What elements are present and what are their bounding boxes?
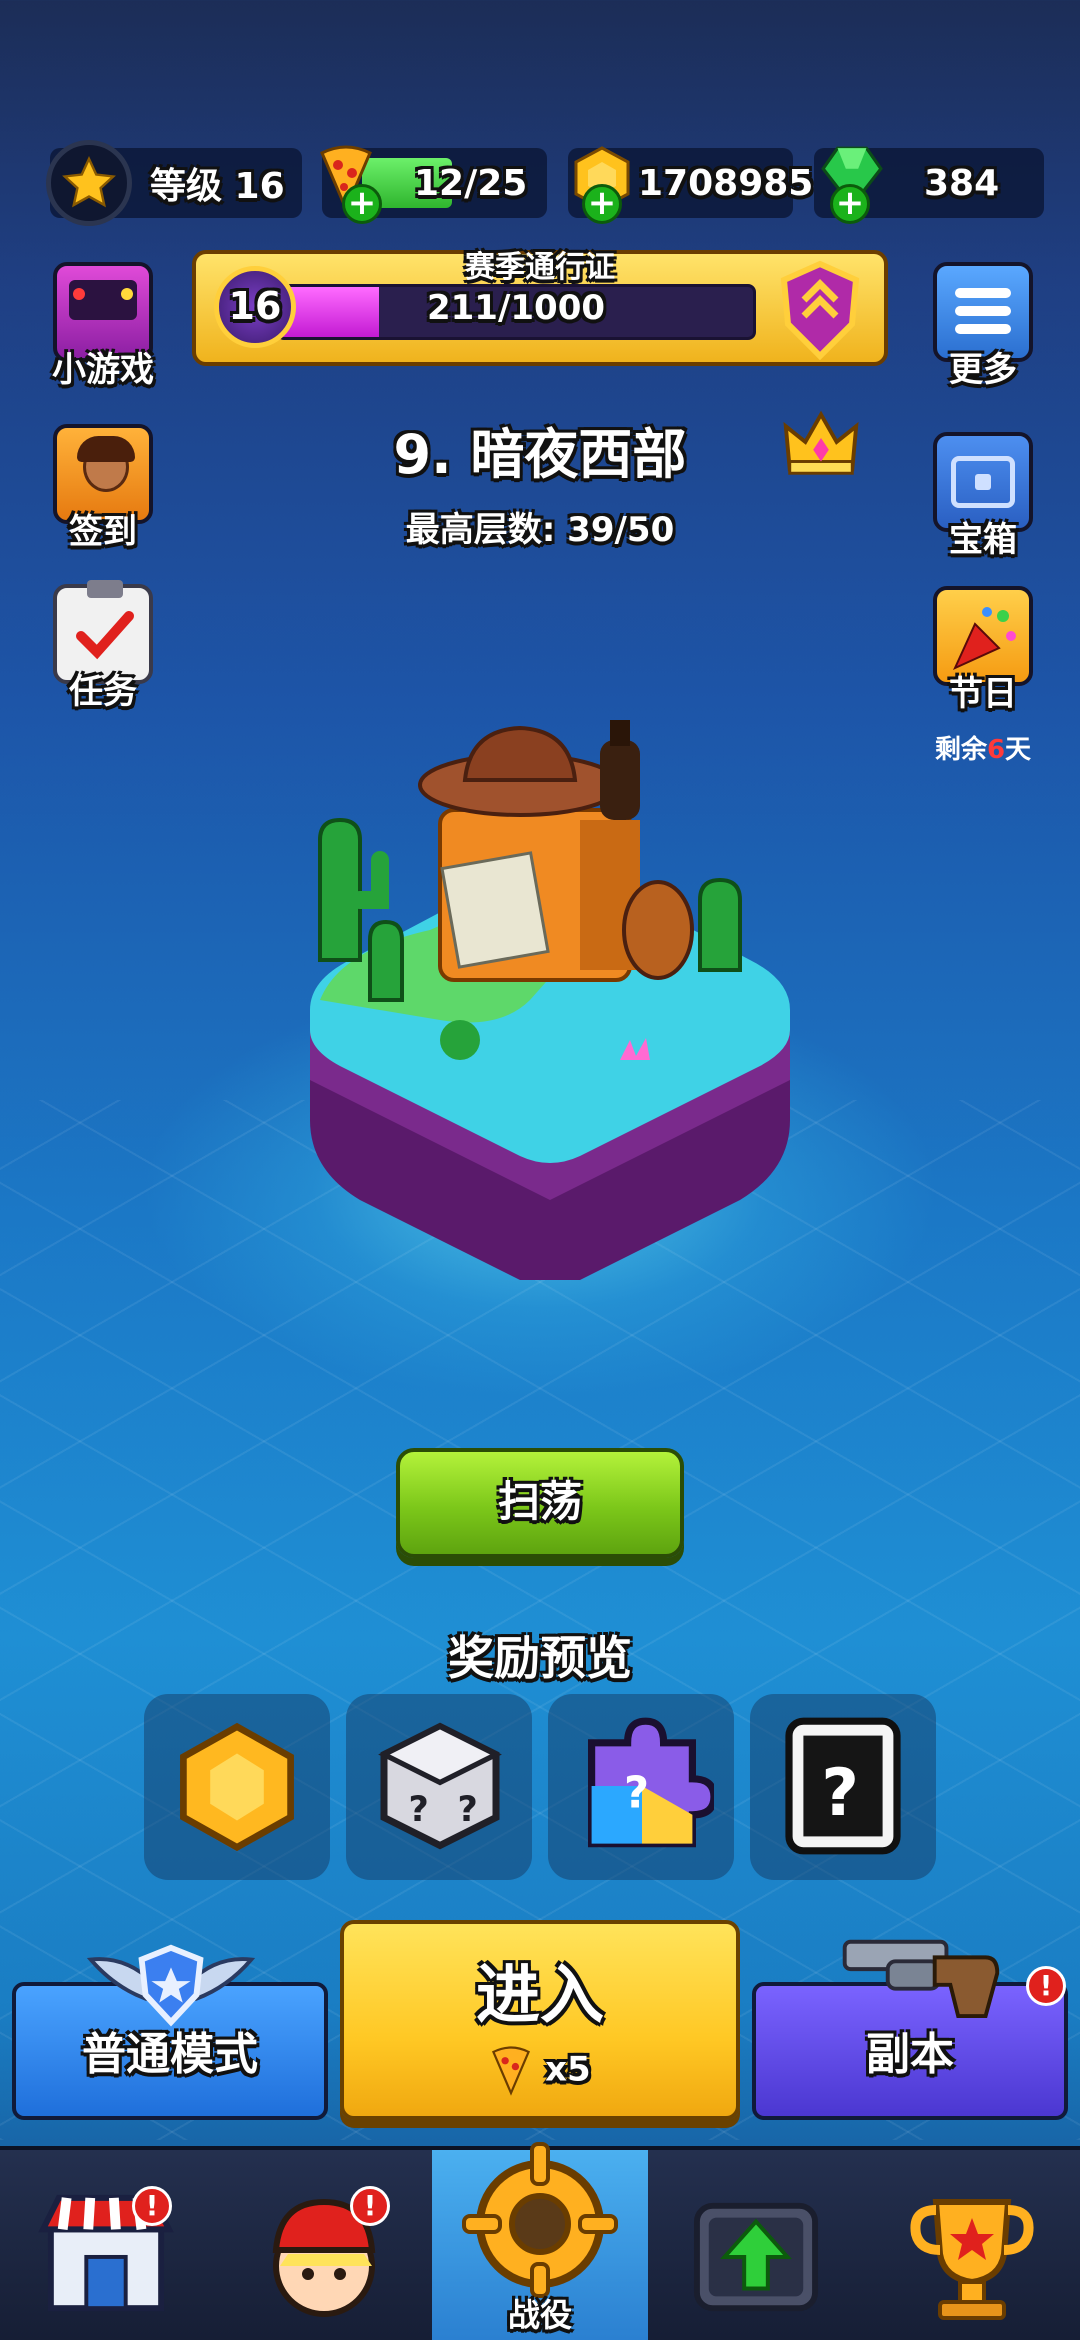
level-label: 等级 16 xyxy=(150,166,285,207)
star-icon xyxy=(46,140,132,226)
festival-remaining-prefix: 剩余 xyxy=(934,735,987,765)
sweep-button[interactable]: 扫荡 xyxy=(396,1448,684,1558)
nav-campaign-label: 战役 xyxy=(507,2296,572,2334)
player-level[interactable]: 等级 16 xyxy=(46,140,302,226)
season-pass-level: 16 xyxy=(214,266,296,348)
add-gems-icon[interactable]: + xyxy=(830,184,870,224)
nav-trophy[interactable] xyxy=(864,2150,1080,2340)
reward-slot-gold[interactable] xyxy=(144,1694,330,1880)
enter-cost-value: x5 xyxy=(545,2049,591,2090)
tasks-label: 任务 xyxy=(69,672,137,712)
pizza-icon xyxy=(492,2046,531,2096)
normal-mode-label: 普通模式 xyxy=(82,2029,258,2080)
svg-text:?: ? xyxy=(458,1790,478,1830)
festival-remaining: 剩余6天 xyxy=(928,729,1038,766)
rank-shield-icon xyxy=(780,260,860,360)
more-button[interactable]: 更多 xyxy=(928,262,1038,391)
trophy-icon xyxy=(910,2199,1034,2320)
enter-cost: x5 xyxy=(344,2046,736,2096)
best-floor: 最高层数: 39/50 xyxy=(405,510,675,550)
enter-label: 进入 xyxy=(476,1959,604,2033)
festival-button[interactable]: 节日 剩余6天 xyxy=(928,586,1038,766)
festival-remaining-suffix: 天 xyxy=(1005,735,1032,765)
nav-campaign[interactable]: 战役 xyxy=(432,2142,648,2340)
upgrade-arrow-icon xyxy=(693,2202,819,2312)
tasks-button[interactable]: 任务 xyxy=(48,580,158,713)
stage-island-illustration xyxy=(310,720,790,1280)
stage-title: 9. 暗夜西部 xyxy=(393,423,687,486)
gem-balance[interactable]: + 384 xyxy=(814,146,1044,224)
festival-label: 节日 xyxy=(949,674,1017,714)
revolver-icon xyxy=(842,1939,1000,2019)
dungeon-label: 副本 xyxy=(866,2029,954,2080)
minigame-button[interactable]: 小游戏 xyxy=(48,262,158,391)
crosshair-icon xyxy=(462,2142,618,2298)
add-gold-icon[interactable]: + xyxy=(582,184,622,224)
season-pass-banner[interactable]: 赛季通行证 211/1000 16 xyxy=(192,250,888,366)
svg-text:?: ? xyxy=(624,1769,649,1819)
nav-upgrade[interactable] xyxy=(648,2150,864,2340)
dungeon-alert-badge: ! xyxy=(1026,1966,1066,2006)
nav-shop[interactable]: ! xyxy=(0,2150,216,2340)
gold-count: 1708985 xyxy=(638,162,814,204)
reward-slot-dice[interactable]: ? ? xyxy=(346,1694,532,1880)
add-pizza-icon[interactable]: + xyxy=(342,184,382,224)
mystery-puzzle-icon: ? xyxy=(588,1717,714,1848)
bottom-navigation: ! ! 战役 xyxy=(0,2142,1080,2340)
more-label: 更多 xyxy=(949,350,1017,390)
season-pass-progress: 211/1000 xyxy=(426,288,606,328)
shop-alert-badge: ! xyxy=(132,2186,172,2226)
gold-balance[interactable]: + 1708985 xyxy=(568,146,813,224)
gold-coin-icon xyxy=(180,1722,294,1852)
festival-remaining-days: 6 xyxy=(986,735,1006,765)
winged-shield-icon xyxy=(86,1944,256,2027)
reward-slot-puzzle[interactable]: ? xyxy=(548,1694,734,1880)
gem-count: 384 xyxy=(924,162,1000,204)
hero-alert-badge: ! xyxy=(350,2186,390,2226)
reward-slot-card[interactable]: ? xyxy=(750,1694,936,1880)
svg-text:?: ? xyxy=(821,1756,859,1831)
nav-hero[interactable]: ! xyxy=(216,2150,432,2340)
crown-icon[interactable] xyxy=(778,398,864,482)
reward-preview-title: 奖励预览 xyxy=(448,1631,632,1685)
minigame-label: 小游戏 xyxy=(52,350,154,390)
pizza-count: 12/25 xyxy=(414,162,528,204)
svg-text:?: ? xyxy=(409,1790,429,1830)
mystery-dice-icon: ? ? xyxy=(378,1722,502,1850)
pizza-energy[interactable]: + 12/25 xyxy=(320,145,547,224)
enter-button[interactable]: 进入 x5 xyxy=(340,1920,740,2120)
mystery-card-icon: ? xyxy=(785,1717,901,1855)
